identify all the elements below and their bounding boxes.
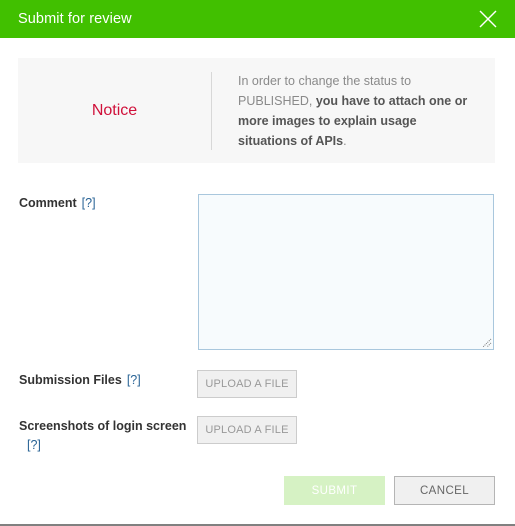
upload-screenshots-button[interactable]: UPLOAD A FILE bbox=[197, 416, 297, 444]
dialog-header: Submit for review bbox=[0, 0, 515, 38]
close-icon[interactable] bbox=[475, 6, 501, 32]
screenshots-help-icon[interactable]: [?] bbox=[27, 437, 189, 454]
submit-for-review-dialog: Submit for review Notice In order to cha… bbox=[0, 0, 515, 526]
submission-files-help-icon[interactable]: [?] bbox=[127, 373, 141, 387]
comment-input[interactable] bbox=[198, 194, 494, 350]
submission-files-label: Submission Files [?] bbox=[19, 372, 141, 389]
comment-help-icon[interactable]: [?] bbox=[82, 196, 96, 210]
submit-button[interactable]: SUBMIT bbox=[284, 476, 385, 505]
submission-files-label-text: Submission Files bbox=[19, 373, 122, 387]
screenshots-label-text: Screenshots of login screen bbox=[19, 419, 187, 433]
upload-submission-files-button[interactable]: UPLOAD A FILE bbox=[197, 370, 297, 398]
notice-box: Notice In order to change the status to … bbox=[18, 58, 495, 163]
notice-label: Notice bbox=[91, 101, 138, 119]
notice-text-tail: . bbox=[343, 133, 347, 148]
screenshots-label: Screenshots of login screen [?] bbox=[19, 418, 189, 454]
comment-label: Comment [?] bbox=[19, 195, 96, 212]
page-title: Submit for review bbox=[18, 10, 132, 27]
notice-text: In order to change the status to PUBLISH… bbox=[212, 71, 487, 151]
cancel-button[interactable]: CANCEL bbox=[394, 476, 495, 505]
comment-label-text: Comment bbox=[19, 196, 77, 210]
